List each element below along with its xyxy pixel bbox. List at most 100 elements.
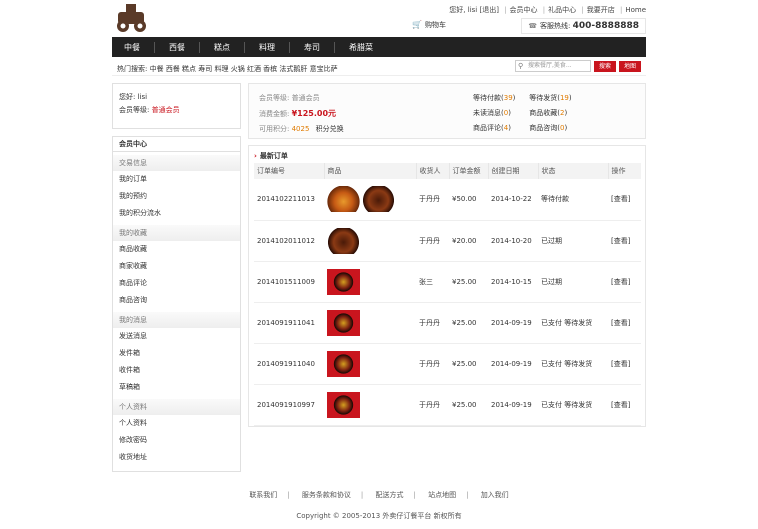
menu-title: 会员中心 — [113, 137, 240, 152]
product-image[interactable] — [327, 309, 360, 336]
product-image[interactable] — [327, 350, 360, 377]
greeting: 您好, — [449, 6, 466, 14]
order-receiver: 于丹丹 — [416, 343, 449, 385]
search-button[interactable]: 搜索 — [594, 60, 617, 72]
menu-item-send-message[interactable]: 发送消息 — [113, 328, 240, 345]
order-status: 等待付款 — [538, 179, 608, 221]
search-input[interactable]: ⚲ 搜索餐厅,美食... — [515, 60, 591, 72]
top-links: 您好, lisi [退出] | 会员中心 | 礼品中心 | 我要开店 | Home — [449, 6, 646, 14]
product-image[interactable] — [327, 186, 360, 213]
cart-link[interactable]: 🛒 购物车 — [412, 20, 446, 30]
product-image[interactable] — [327, 227, 360, 254]
logout-link[interactable]: [退出] — [479, 6, 498, 14]
arrow-right-icon: › — [254, 152, 257, 160]
user-level: 普通会员 — [151, 106, 180, 114]
menu-item-points-history[interactable]: 我的积分流水 — [113, 205, 240, 222]
hotline-label: 客服热线: — [540, 22, 571, 30]
product-image[interactable] — [362, 186, 395, 213]
menu-item-product-favorites[interactable]: 商品收藏 — [113, 241, 240, 258]
view-order-link[interactable]: [查看] — [608, 179, 641, 221]
menu-item-my-orders[interactable]: 我的订单 — [113, 171, 240, 188]
member-center-link[interactable]: 会员中心 — [510, 6, 538, 14]
view-order-link[interactable]: [查看] — [608, 384, 641, 426]
nav-item-sushi[interactable]: 寿司 — [289, 41, 334, 53]
stat-pending-payment[interactable]: 等待付款(39) — [473, 93, 527, 103]
order-products — [324, 384, 416, 426]
col-order-id: 订单编号 — [254, 163, 325, 179]
order-products — [324, 302, 416, 344]
product-image[interactable] — [327, 268, 360, 295]
nav-item-chinese[interactable]: 中餐 — [124, 42, 154, 53]
logo-scooter-icon[interactable] — [112, 1, 150, 35]
table-row: 2014102211013 于丹丹 ¥50.00 2014-10-22 等待付款… — [254, 179, 641, 221]
view-order-link[interactable]: [查看] — [608, 302, 641, 344]
top-bar: 您好, lisi [退出] | 会员中心 | 礼品中心 | 我要开店 | Home 🛒 购… — [112, 0, 646, 36]
stat-pending-shipment[interactable]: 等待发货(19) — [529, 93, 583, 103]
stat-product-reviews[interactable]: 商品评论(4) — [473, 123, 527, 133]
menu-item-store-favorites[interactable]: 商家收藏 — [113, 258, 240, 275]
info-level: 普通会员 — [291, 94, 320, 102]
info-points-label: 可用积分: — [259, 125, 290, 133]
menu-item-outbox[interactable]: 发件箱 — [113, 345, 240, 362]
footer-link-terms[interactable]: 服务条款和协议 — [302, 491, 351, 499]
order-receiver: 于丹丹 — [416, 302, 449, 344]
menu-item-profile[interactable]: 个人资料 — [113, 415, 240, 432]
orders-title: › 最新订单 — [254, 152, 288, 160]
order-id: 2014091910997 — [254, 384, 324, 426]
footer-link-sitemap[interactable]: 站点地图 — [428, 491, 456, 499]
hello-label: 您好: — [119, 93, 136, 101]
col-product: 商品 — [324, 163, 417, 179]
footer-link-delivery[interactable]: 配送方式 — [376, 491, 404, 499]
table-row: 2014091911041 于丹丹 ¥25.00 2014-09-19 已支付 … — [254, 302, 641, 344]
order-date: 2014-10-20 — [488, 220, 538, 262]
view-order-link[interactable]: [查看] — [608, 343, 641, 385]
order-amount: ¥25.00 — [449, 302, 488, 344]
search-icon: ⚲ — [518, 62, 524, 70]
view-order-link[interactable]: [查看] — [608, 261, 641, 303]
menu-item-change-password[interactable]: 修改密码 — [113, 432, 240, 449]
order-status: 已支付 等待发货 — [538, 384, 608, 426]
order-date: 2014-09-19 — [488, 302, 538, 344]
table-row: 2014102011012 于丹丹 ¥20.00 2014-10-20 已过期 … — [254, 220, 641, 262]
map-button[interactable]: 地图 — [619, 60, 642, 72]
order-amount: ¥25.00 — [449, 261, 488, 303]
product-image[interactable] — [327, 391, 360, 418]
menu-section-messages: 我的消息 — [113, 312, 240, 328]
col-amount: 订单金额 — [449, 163, 489, 179]
menu-item-my-reservations[interactable]: 我的预约 — [113, 188, 240, 205]
order-receiver: 于丹丹 — [416, 220, 449, 262]
col-date: 创建日期 — [488, 163, 539, 179]
menu-item-product-inquiries[interactable]: 商品咨询 — [113, 292, 240, 309]
nav-item-pastry[interactable]: 糕点 — [199, 41, 244, 53]
nav-item-western[interactable]: 西餐 — [154, 41, 199, 53]
stat-product-favorites[interactable]: 商品收藏(2) — [529, 108, 583, 118]
user-summary: 您好: lisi 会员等级: 普通会员 — [112, 83, 241, 129]
order-id: 2014091911041 — [254, 302, 324, 344]
user-name: lisi — [137, 93, 148, 101]
order-date: 2014-09-19 — [488, 384, 538, 426]
nav-item-cuisine[interactable]: 料理 — [244, 41, 289, 53]
copyright: Copyright © 2005-2013 外卖仔订餐平台 新权所有 — [296, 512, 462, 520]
home-link[interactable]: Home — [625, 6, 646, 14]
stat-product-inquiries[interactable]: 商品咨询(0) — [529, 123, 583, 133]
view-order-link[interactable]: [查看] — [608, 220, 641, 262]
order-receiver: 张三 — [416, 261, 449, 303]
join-store-link[interactable]: 我要开店 — [587, 6, 615, 14]
hot-search-words[interactable]: 中餐 西餐 糕点 寿司 料理 火锅 红酒 香槟 法式鹅肝 意宝比萨 — [150, 65, 338, 73]
menu-item-drafts[interactable]: 草稿箱 — [113, 379, 240, 396]
hot-search-bar: 热门搜索: 中餐 西餐 糕点 寿司 料理 火锅 红酒 香槟 法式鹅肝 意宝比萨 … — [112, 60, 646, 76]
gift-center-link[interactable]: 礼品中心 — [548, 6, 576, 14]
info-level-label: 会员等级: — [259, 94, 290, 102]
menu-item-inbox[interactable]: 收件箱 — [113, 362, 240, 379]
nav-item-greek[interactable]: 希腊菜 — [334, 41, 387, 53]
main-nav: 中餐 西餐 糕点 料理 寿司 希腊菜 — [112, 37, 646, 57]
menu-item-product-reviews[interactable]: 商品评论 — [113, 275, 240, 292]
order-status: 已支付 等待发货 — [538, 302, 608, 344]
footer-link-contact[interactable]: 联系我们 — [249, 491, 277, 499]
stat-unread-messages[interactable]: 未读消息(0) — [473, 108, 527, 118]
footer-link-join[interactable]: 加入我们 — [481, 491, 509, 499]
redeem-points-link[interactable]: 积分兑换 — [316, 125, 344, 133]
orders-header-row: 订单编号 商品 收货人 订单金额 创建日期 状态 操作 — [254, 163, 641, 179]
menu-item-shipping-address[interactable]: 收货地址 — [113, 449, 240, 466]
order-date: 2014-10-22 — [488, 179, 538, 221]
